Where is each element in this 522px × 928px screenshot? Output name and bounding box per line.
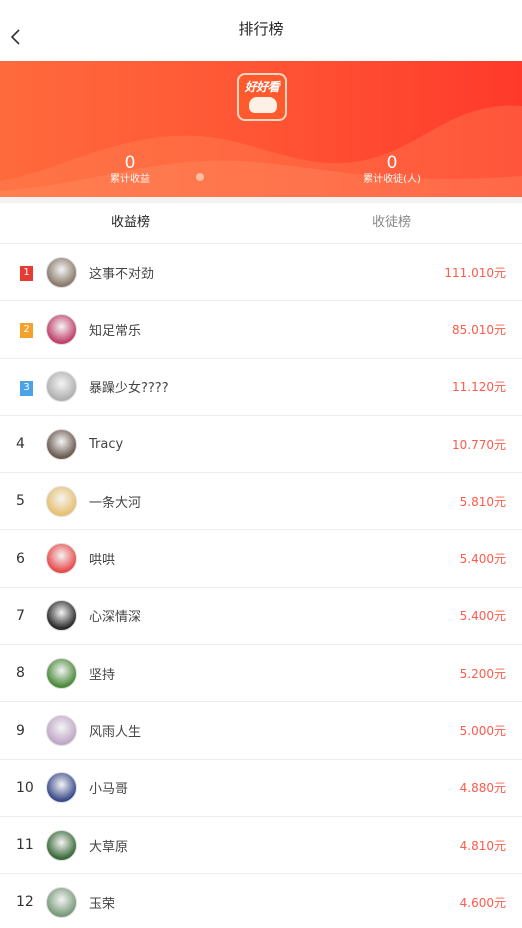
table-row[interactable]: 6 哄哄 5.400元 bbox=[0, 530, 522, 588]
user-name: 暴躁少女???? bbox=[89, 381, 169, 397]
earnings-amount: 5.200元 bbox=[459, 666, 506, 681]
table-row[interactable]: 7 心深情深 5.400元 bbox=[0, 588, 522, 646]
rank-cell: 1 bbox=[0, 263, 46, 282]
earnings-amount: 111.010元 bbox=[444, 265, 506, 280]
total-earnings-value: 0 bbox=[124, 153, 136, 173]
rank-cell: 10 bbox=[0, 780, 46, 796]
table-row[interactable]: 12 玉荣 4.600元 bbox=[0, 874, 522, 928]
top-bar: 排行榜 bbox=[0, 0, 522, 61]
app-logo: 好好看 bbox=[237, 73, 287, 121]
earnings-amount: 4.810元 bbox=[459, 838, 506, 853]
rank-cell: 2 bbox=[0, 320, 46, 339]
ranking-tabs: 收益榜 收徒榜 bbox=[0, 203, 522, 244]
avatar[interactable] bbox=[46, 543, 77, 575]
avatar[interactable] bbox=[46, 600, 77, 632]
user-name: 大草原 bbox=[89, 839, 129, 855]
user-name: 坚持 bbox=[89, 667, 116, 683]
rank-number: 12 bbox=[16, 894, 34, 911]
rank-badge-icon: 2 bbox=[20, 323, 33, 339]
user-name: 小马哥 bbox=[89, 782, 129, 798]
avatar[interactable] bbox=[46, 256, 77, 288]
earnings-amount: 10.770元 bbox=[452, 437, 506, 452]
avatar[interactable] bbox=[46, 886, 77, 918]
page-title: 排行榜 bbox=[238, 20, 284, 38]
avatar[interactable] bbox=[46, 485, 77, 517]
back-arrow-icon[interactable] bbox=[8, 28, 26, 46]
rank-number: 11 bbox=[16, 837, 34, 854]
user-name: 玉荣 bbox=[89, 896, 116, 912]
earnings-amount: 11.120元 bbox=[452, 380, 506, 395]
avatar[interactable] bbox=[46, 829, 77, 861]
avatar[interactable] bbox=[46, 657, 77, 689]
avatar[interactable] bbox=[46, 715, 77, 747]
table-row[interactable]: 5 一条大河 5.810元 bbox=[0, 473, 522, 531]
logo-mascot-icon bbox=[249, 97, 277, 113]
rank-badge-icon: 3 bbox=[20, 380, 33, 396]
rank-number: 6 bbox=[16, 550, 25, 567]
rank-badge-icon: 1 bbox=[20, 266, 33, 282]
user-name: Tracy bbox=[89, 436, 124, 452]
total-earnings-stat: 0 累计收益 bbox=[90, 153, 170, 187]
user-name: 一条大河 bbox=[89, 495, 142, 511]
rank-number: 10 bbox=[16, 779, 34, 796]
ranking-list: 1 这事不对劲 111.010元 2 知足常乐 85.010元 3 暴躁少女???? 11.12… bbox=[0, 244, 522, 928]
total-apprentices-label: 累计收徒(人) bbox=[363, 174, 421, 185]
tab-apprentice-ranking[interactable]: 收徒榜 bbox=[261, 203, 522, 243]
earnings-amount: 4.600元 bbox=[459, 895, 506, 910]
user-name: 知足常乐 bbox=[89, 323, 142, 339]
table-row[interactable]: 3 暴躁少女???? 11.120元 bbox=[0, 359, 522, 416]
rank-cell: 6 bbox=[0, 551, 46, 567]
rank-number: 4 bbox=[16, 436, 25, 453]
earnings-amount: 85.010元 bbox=[452, 322, 506, 337]
total-earnings-label: 累计收益 bbox=[110, 174, 150, 185]
table-row[interactable]: 11 大草原 4.810元 bbox=[0, 817, 522, 875]
table-row[interactable]: 10 小马哥 4.880元 bbox=[0, 760, 522, 817]
rank-cell: 8 bbox=[0, 665, 46, 681]
rank-cell: 9 bbox=[0, 723, 46, 739]
rank-number: 9 bbox=[16, 722, 25, 739]
user-name: 这事不对劲 bbox=[89, 266, 155, 282]
earnings-amount: 4.880元 bbox=[459, 781, 506, 796]
rank-number: 7 bbox=[16, 607, 25, 624]
tab-earnings-ranking[interactable]: 收益榜 bbox=[0, 203, 261, 243]
table-row[interactable]: 4 Tracy 10.770元 bbox=[0, 416, 522, 474]
stats-banner: 好好看 0 累计收益 0 累计收徒(人) bbox=[0, 61, 522, 197]
earnings-amount: 5.000元 bbox=[459, 724, 506, 739]
rank-cell: 12 bbox=[0, 894, 46, 910]
earnings-amount: 5.810元 bbox=[459, 494, 506, 509]
rank-number: 5 bbox=[16, 493, 25, 510]
avatar[interactable] bbox=[46, 371, 77, 403]
earnings-amount: 5.400元 bbox=[459, 552, 506, 567]
table-row[interactable]: 9 风雨人生 5.000元 bbox=[0, 702, 522, 760]
earnings-amount: 5.400元 bbox=[459, 609, 506, 624]
table-row[interactable]: 2 知足常乐 85.010元 bbox=[0, 301, 522, 359]
user-name: 风雨人生 bbox=[89, 725, 142, 741]
logo-text: 好好看 bbox=[244, 80, 280, 94]
avatar[interactable] bbox=[46, 428, 77, 460]
rank-number: 8 bbox=[16, 665, 25, 682]
table-row[interactable]: 1 这事不对劲 111.010元 bbox=[0, 244, 522, 302]
table-row[interactable]: 8 坚持 5.200元 bbox=[0, 645, 522, 703]
user-name: 哄哄 bbox=[89, 553, 116, 569]
avatar[interactable] bbox=[46, 772, 77, 804]
user-name: 心深情深 bbox=[89, 610, 142, 626]
rank-cell: 5 bbox=[0, 493, 46, 509]
avatar[interactable] bbox=[46, 313, 77, 345]
rank-cell: 3 bbox=[0, 378, 46, 396]
total-apprentices-value: 0 bbox=[386, 153, 398, 173]
rank-cell: 11 bbox=[0, 837, 46, 853]
rank-cell: 4 bbox=[0, 436, 46, 452]
rank-cell: 7 bbox=[0, 608, 46, 624]
total-apprentices-stat: 0 累计收徒(人) bbox=[350, 153, 434, 187]
